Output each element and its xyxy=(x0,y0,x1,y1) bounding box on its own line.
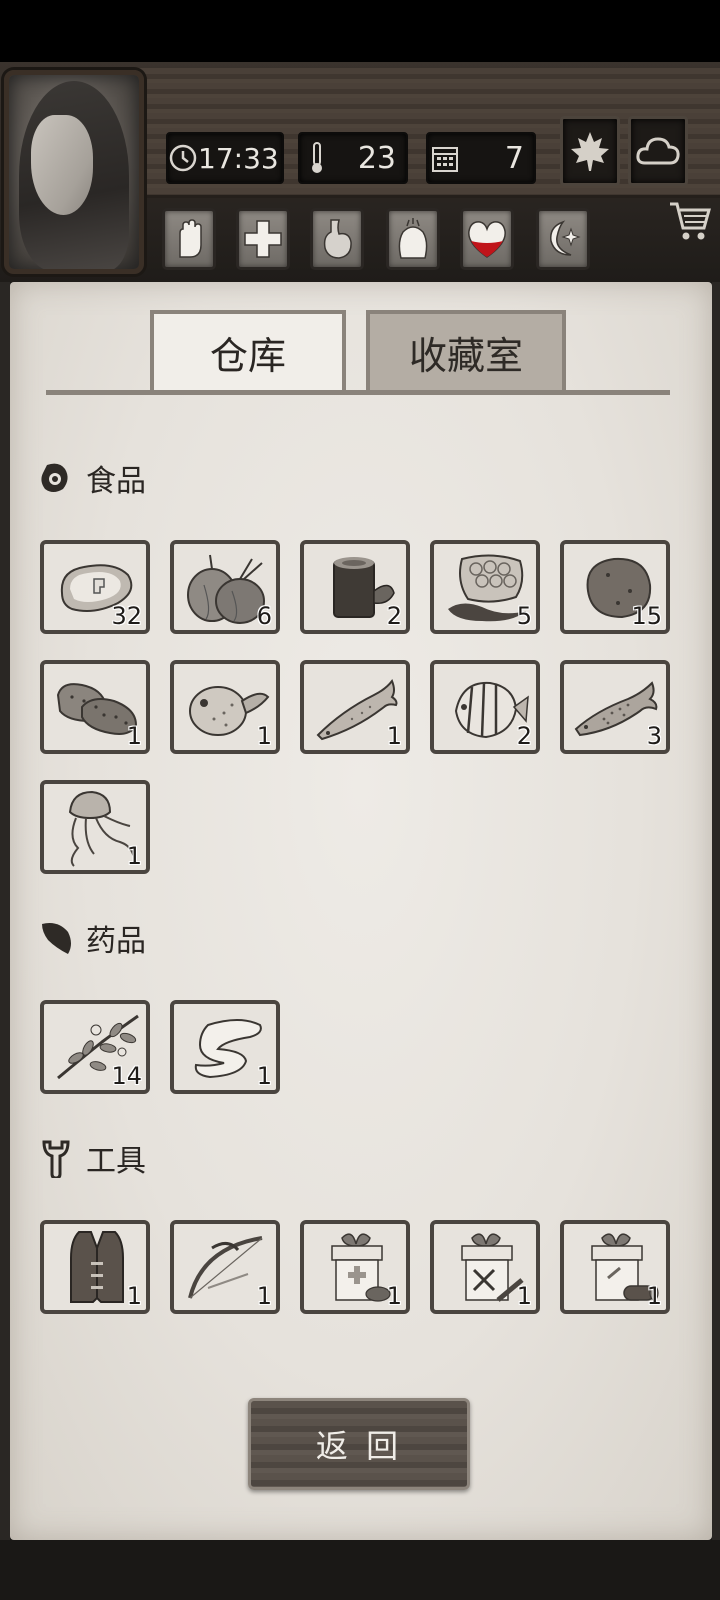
heart-status-button[interactable] xyxy=(460,208,514,270)
temperature-display: 23 xyxy=(298,132,408,184)
item-quantity: 1 xyxy=(256,1282,272,1310)
moon-icon xyxy=(550,220,581,256)
tools-section-title: 工具 xyxy=(36,1138,146,1179)
item-quantity: 3 xyxy=(646,722,662,750)
food-slot-pufferfish[interactable]: 1 xyxy=(170,660,280,754)
mind-icon xyxy=(398,218,428,259)
health-cross-icon xyxy=(244,220,282,258)
health-status-button[interactable] xyxy=(236,208,290,270)
portrait-face xyxy=(31,115,93,215)
item-quantity: 2 xyxy=(386,602,402,630)
meat-section-icon xyxy=(36,458,76,498)
item-quantity: 1 xyxy=(126,842,142,870)
stomach-icon xyxy=(323,219,352,259)
leaf-section-icon xyxy=(36,918,76,958)
left-edge xyxy=(0,282,10,1540)
tool-slot-tool-box[interactable]: 1 xyxy=(430,1220,540,1314)
tool-slot-bow[interactable]: 1 xyxy=(170,1220,280,1314)
item-quantity: 2 xyxy=(516,722,532,750)
item-quantity: 1 xyxy=(386,722,402,750)
shopping-cart-icon xyxy=(670,202,711,240)
item-quantity: 1 xyxy=(126,1282,142,1310)
food-slot-cod[interactable]: 3 xyxy=(560,660,670,754)
item-quantity: 1 xyxy=(386,1282,402,1310)
tab-collection-label: 收藏室 xyxy=(408,333,523,378)
medicine-section-label: 药品 xyxy=(86,924,146,959)
item-quantity: 1 xyxy=(516,1282,532,1310)
back-button[interactable]: 返 回 xyxy=(248,1398,470,1490)
day-value: 7 xyxy=(504,140,524,176)
maple-leaf-icon xyxy=(571,132,609,171)
clock-icon xyxy=(168,143,198,173)
item-quantity: 1 xyxy=(126,722,142,750)
thermometer-icon xyxy=(300,141,334,175)
day-display: 7 xyxy=(426,132,536,184)
food-slot-butterflyfish[interactable]: 2 xyxy=(430,660,540,754)
sleep-status-button[interactable] xyxy=(536,208,590,270)
medicine-slot-bandage[interactable]: 1 xyxy=(170,1000,280,1094)
tool-slot-wood-box[interactable]: 1 xyxy=(560,1220,670,1314)
medicine-section-title: 药品 xyxy=(36,918,146,959)
food-slot-potato[interactable]: 15 xyxy=(560,540,670,634)
tools-section-label: 工具 xyxy=(86,1144,146,1179)
food-slot-onion[interactable]: 6 xyxy=(170,540,280,634)
bottom-bar xyxy=(0,1540,720,1600)
item-quantity: 1 xyxy=(256,722,272,750)
medicine-slot-herb[interactable]: 14 xyxy=(40,1000,150,1094)
food-slot-meat[interactable]: 32 xyxy=(40,540,150,634)
temperature-value: 23 xyxy=(357,140,396,176)
tool-slot-vest[interactable]: 1 xyxy=(40,1220,150,1314)
hand-icon xyxy=(179,219,202,258)
calendar-icon xyxy=(428,143,462,173)
heart-icon xyxy=(468,221,506,258)
season-button[interactable] xyxy=(560,116,620,186)
system-status-bar xyxy=(0,0,720,62)
weather-button[interactable] xyxy=(628,116,688,186)
hand-status-button[interactable] xyxy=(162,208,216,270)
cloud-icon xyxy=(636,137,680,165)
hunger-status-button[interactable] xyxy=(310,208,364,270)
right-edge xyxy=(712,282,720,1540)
item-quantity: 14 xyxy=(111,1062,142,1090)
food-slot-sea-cucumber[interactable]: 1 xyxy=(40,660,150,754)
tab-divider xyxy=(46,390,670,395)
food-section-title: 食品 xyxy=(36,458,146,499)
item-quantity: 15 xyxy=(631,602,662,630)
food-slot-jellyfish[interactable]: 1 xyxy=(40,780,150,874)
item-quantity: 32 xyxy=(111,602,142,630)
item-quantity: 1 xyxy=(646,1282,662,1310)
item-quantity: 1 xyxy=(256,1062,272,1090)
tab-warehouse[interactable]: 仓库 xyxy=(150,310,346,390)
tool-slot-medical-box[interactable]: 1 xyxy=(300,1220,410,1314)
item-quantity: 5 xyxy=(516,602,532,630)
tab-collection[interactable]: 收藏室 xyxy=(366,310,566,390)
shop-button[interactable] xyxy=(668,200,712,246)
mind-status-button[interactable] xyxy=(386,208,440,270)
food-section-label: 食品 xyxy=(86,464,146,499)
item-quantity: 6 xyxy=(256,602,272,630)
wrench-section-icon xyxy=(36,1138,76,1178)
time-value: 17:33 xyxy=(198,141,279,175)
tab-warehouse-label: 仓库 xyxy=(209,333,286,378)
time-display: 17:33 xyxy=(166,132,284,184)
food-slot-honeycomb[interactable]: 5 xyxy=(430,540,540,634)
food-slot-tea[interactable]: 2 xyxy=(300,540,410,634)
character-portrait[interactable] xyxy=(4,70,144,274)
food-slot-salmon[interactable]: 1 xyxy=(300,660,410,754)
